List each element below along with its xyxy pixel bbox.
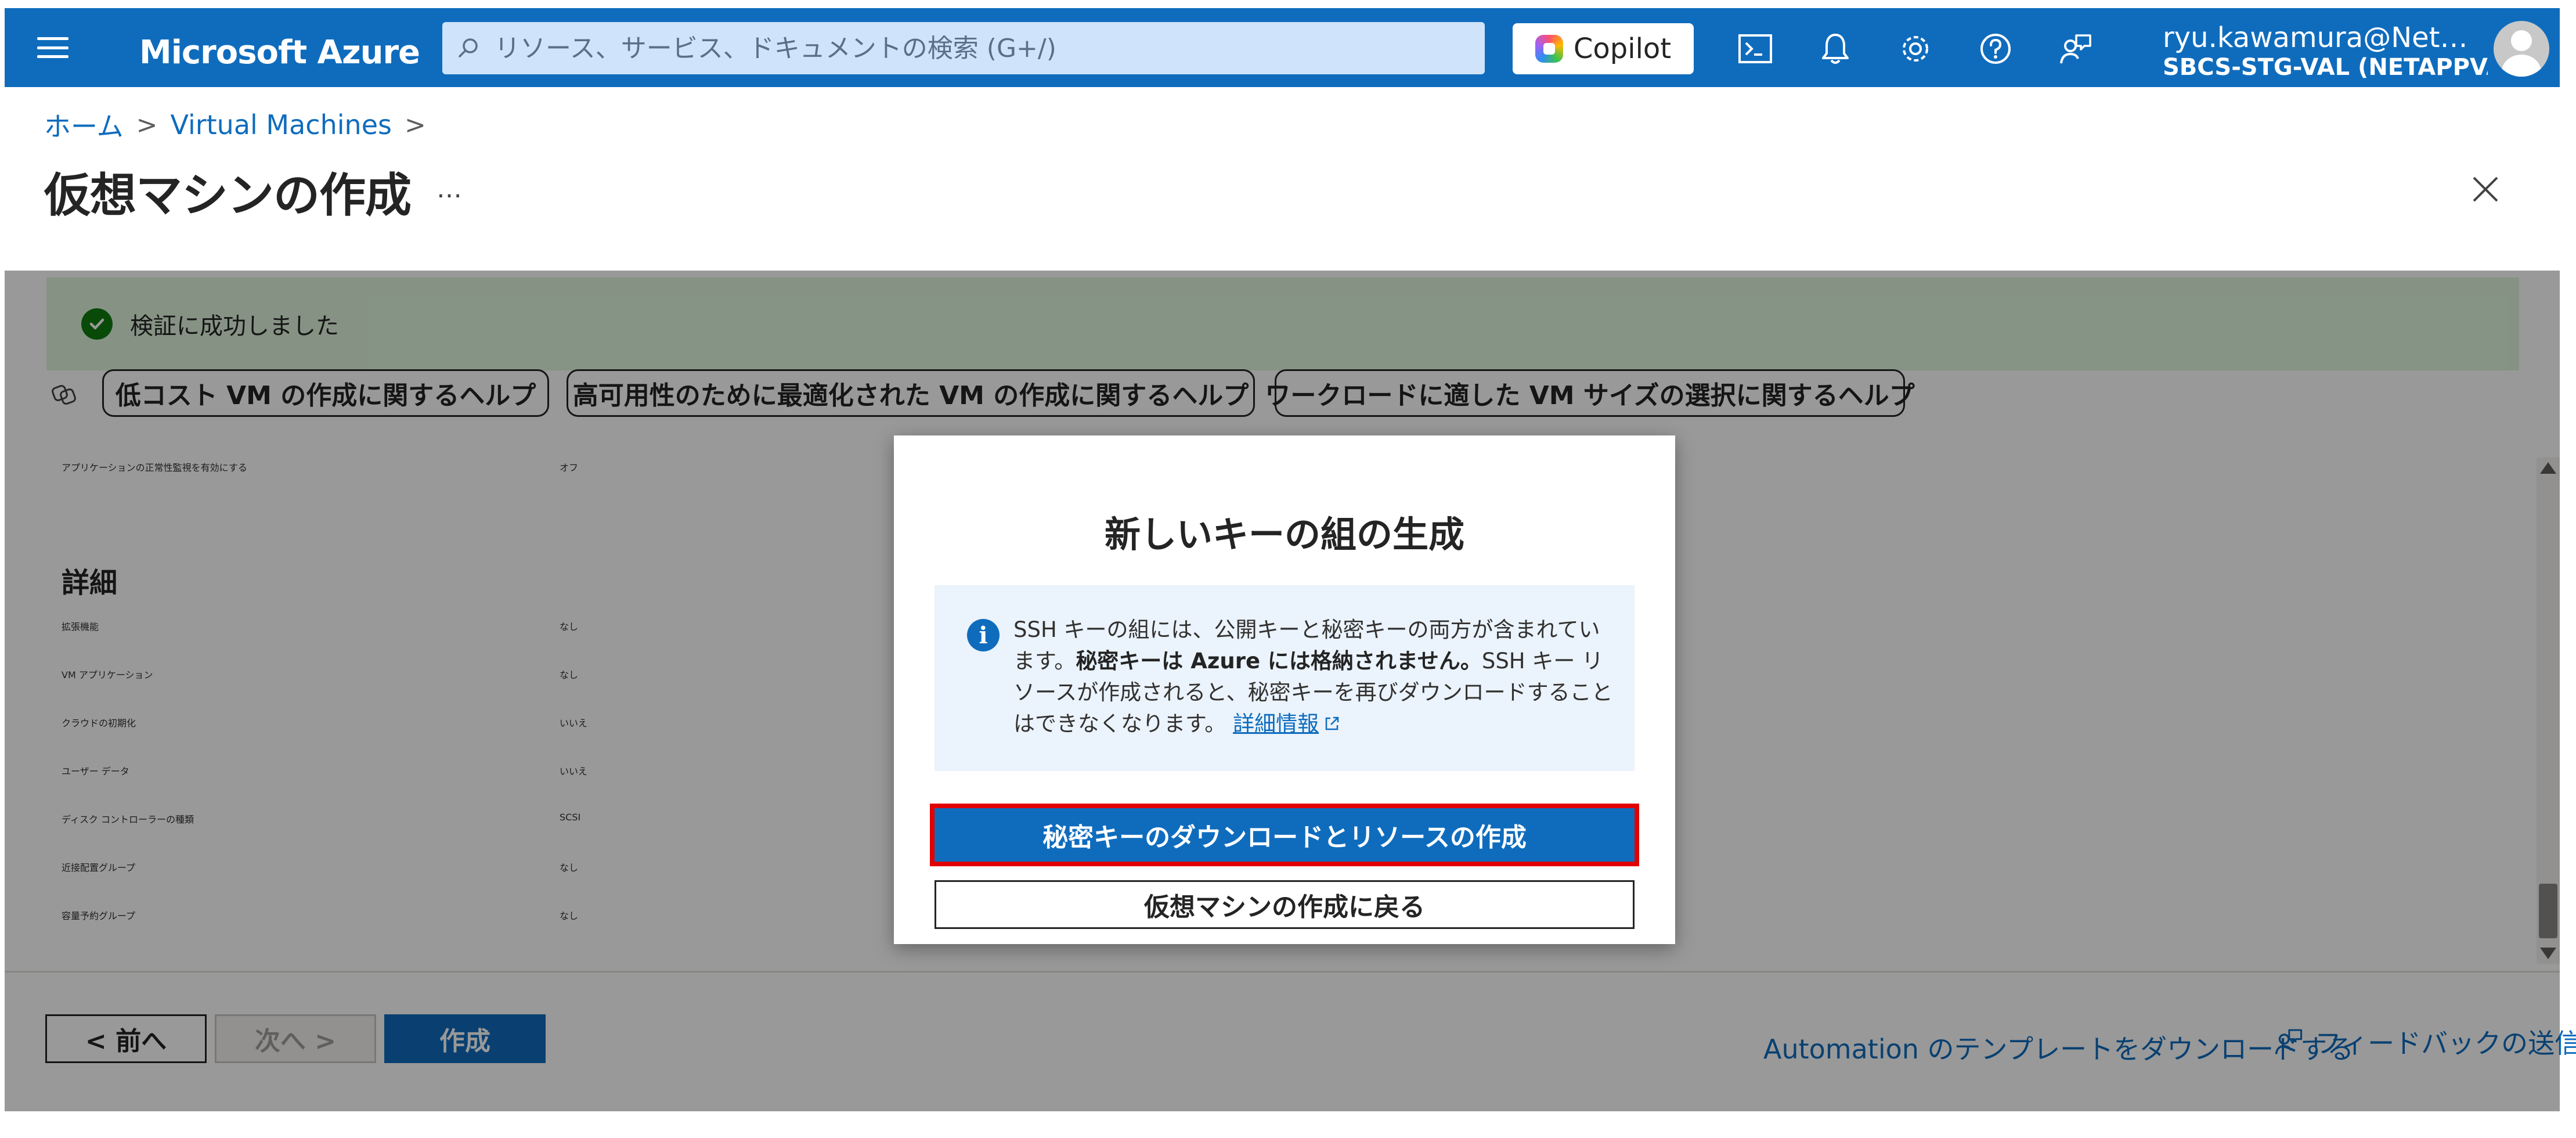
copilot-label: Copilot — [1573, 33, 1672, 65]
notifications-bell-icon[interactable] — [1817, 30, 1854, 67]
info-icon: i — [967, 619, 1000, 651]
brand-title[interactable]: Microsoft Azure — [139, 34, 420, 71]
download-private-key-button[interactable]: 秘密キーのダウンロードとリソースの作成 — [930, 804, 1639, 866]
hamburger-menu-icon[interactable] — [37, 37, 68, 58]
breadcrumb-separator: > — [404, 110, 426, 140]
global-search[interactable] — [442, 22, 1485, 74]
breadcrumb: ホーム > Virtual Machines > — [44, 106, 426, 144]
avatar-icon[interactable] — [2494, 21, 2549, 77]
info-text-bold: 秘密キーは Azure には格納されません。 — [1076, 649, 1482, 674]
page-title: 仮想マシンの作成 — [44, 168, 412, 222]
search-input[interactable] — [495, 33, 1470, 63]
breadcrumb-virtual-machines[interactable]: Virtual Machines — [171, 109, 392, 141]
feedback-person-icon[interactable] — [2057, 30, 2094, 67]
breadcrumb-home[interactable]: ホーム — [44, 106, 124, 144]
account-tenant: SBCS-STG-VAL (NETAPPVA… — [2163, 54, 2488, 81]
settings-gear-icon[interactable] — [1897, 30, 1934, 67]
info-message-box: i SSH キーの組には、公開キーと秘密キーの両方が含まれています。秘密キーは … — [935, 585, 1635, 771]
account-info[interactable]: ryu.kawamura@Net… SBCS-STG-VAL (NETAPPVA… — [2163, 22, 2488, 81]
close-icon[interactable] — [2470, 174, 2501, 204]
cloud-shell-icon[interactable] — [1737, 30, 1774, 67]
breadcrumb-separator: > — [136, 110, 158, 140]
account-email: ryu.kawamura@Net… — [2163, 22, 2468, 54]
help-question-icon[interactable] — [1977, 30, 2014, 67]
generate-key-pair-dialog: 新しいキーの組の生成 i SSH キーの組には、公開キーと秘密キーの両方が含まれ… — [894, 435, 1675, 944]
azure-top-bar: Microsoft Azure Copilot ryu.kawamura@Net… — [5, 8, 2560, 87]
copilot-logo-icon — [1535, 35, 1563, 63]
learn-more-link[interactable]: 詳細情報 — [1233, 711, 1319, 736]
search-icon — [442, 22, 495, 74]
return-to-create-vm-button[interactable]: 仮想マシンの作成に戻る — [935, 880, 1635, 929]
info-text: SSH キーの組には、公開キーと秘密キーの両方が含まれています。秘密キーは Az… — [1013, 614, 1617, 740]
copilot-button[interactable]: Copilot — [1513, 23, 1694, 74]
external-link-icon — [1325, 716, 1339, 730]
dialog-title: 新しいキーの組の生成 — [1104, 513, 1464, 556]
more-options-icon[interactable]: … — [436, 174, 464, 204]
